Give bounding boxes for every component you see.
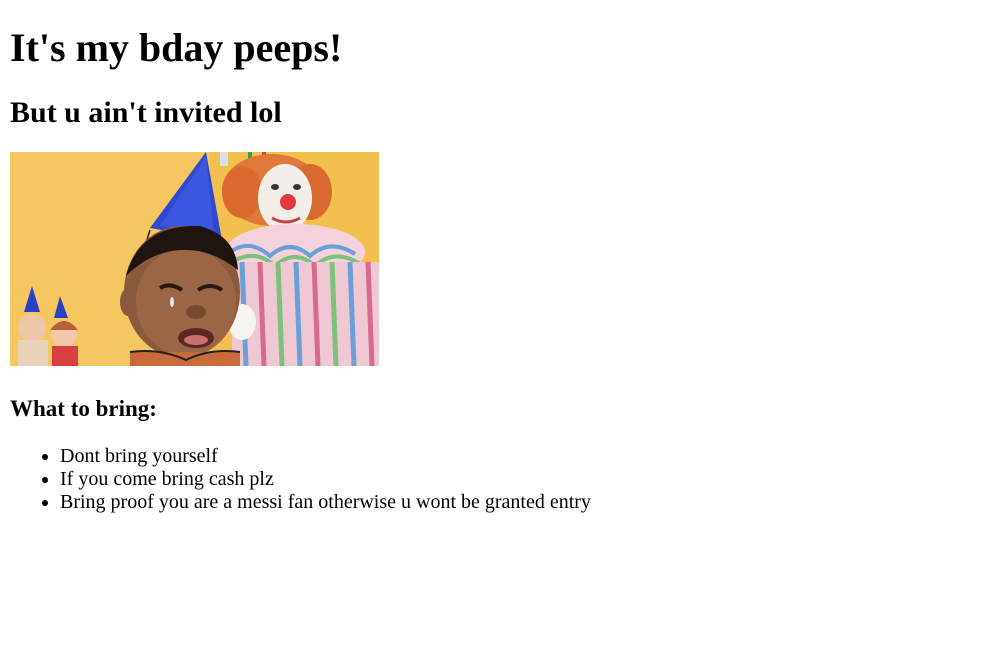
bring-heading: What to bring: xyxy=(10,396,157,421)
list-item: Bring proof you are a messi fan otherwis… xyxy=(60,491,998,514)
list-item: If you come bring cash plz xyxy=(60,468,998,491)
page: It's my bday peeps! But u ain't invited … xyxy=(0,0,1008,672)
bring-list: Dont bring yourself If you come bring ca… xyxy=(10,445,998,514)
page-title: It's my bday peeps! xyxy=(10,25,343,70)
party-photo xyxy=(10,152,379,366)
list-item: Dont bring yourself xyxy=(60,445,998,468)
page-subtitle: But u ain't invited lol xyxy=(10,96,282,129)
